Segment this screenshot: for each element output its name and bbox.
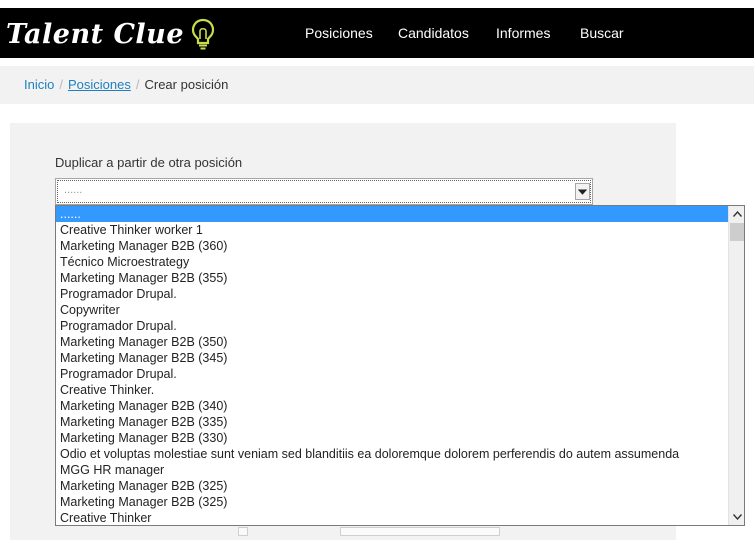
dropdown-option[interactable]: Odio et voluptas molestiae sunt veniam s… <box>56 446 729 462</box>
breadcrumb: Inicio / Posiciones / Crear posición <box>24 77 228 92</box>
dropdown-option[interactable]: Creative Thinker <box>56 510 729 525</box>
duplicate-options-list[interactable]: ...... Creative Thinker worker 1 Marketing… <box>55 205 745 526</box>
brand-name: Talent Clue <box>6 18 184 50</box>
dropdown-option[interactable]: Marketing Manager B2B (340) <box>56 398 729 414</box>
dropdown-option[interactable]: Programador Drupal. <box>56 366 729 382</box>
scroll-down-icon[interactable] <box>729 509 744 525</box>
breadcrumb-bar: Inicio / Posiciones / Crear posición <box>0 66 754 104</box>
dropdown-option[interactable]: Marketing Manager B2B (335) <box>56 414 729 430</box>
chevron-down-icon[interactable] <box>575 183 590 200</box>
dropdown-option[interactable]: Técnico Microestrategy <box>56 254 729 270</box>
dropdown-option[interactable]: Copywriter <box>56 302 729 318</box>
breadcrumb-current: Crear posición <box>144 77 229 92</box>
hidden-control-edge <box>238 527 248 536</box>
duplicate-select[interactable]: ...... <box>55 178 593 205</box>
nav-buscar[interactable]: Buscar <box>580 25 624 41</box>
scrollbar-thumb[interactable] <box>730 223 744 241</box>
navbar: Talent Clue Posiciones Candidatos Inform… <box>0 8 754 58</box>
lightbulb-icon <box>190 17 216 51</box>
dropdown-option[interactable]: Marketing Manager B2B (360) <box>56 238 729 254</box>
breadcrumb-separator: / <box>135 77 140 92</box>
dropdown-option[interactable]: Programador Drupal. <box>56 318 729 334</box>
breadcrumb-separator: / <box>59 77 63 92</box>
scroll-up-icon[interactable] <box>729 206 744 222</box>
nav-candidatos[interactable]: Candidatos <box>398 25 469 41</box>
top-strip <box>0 0 754 8</box>
dropdown-option[interactable]: Marketing Manager B2B (350) <box>56 334 729 350</box>
brand-logo[interactable]: Talent Clue <box>6 16 216 52</box>
dropdown-option[interactable]: Creative Thinker. <box>56 382 729 398</box>
dropdown-option[interactable]: Programador Drupal. <box>56 286 729 302</box>
nav-posiciones[interactable]: Posiciones <box>305 25 373 41</box>
hidden-control-edge <box>340 527 500 536</box>
dropdown-option[interactable]: ...... <box>56 206 729 222</box>
dropdown-option[interactable]: Creative Thinker worker 1 <box>56 222 729 238</box>
dropdown-option[interactable]: Marketing Manager B2B (325) <box>56 494 729 510</box>
scrollbar[interactable] <box>728 206 744 525</box>
dropdown-option[interactable]: Marketing Manager B2B (325) <box>56 478 729 494</box>
select-current-value: ...... <box>64 184 83 196</box>
duplicate-label: Duplicar a partir de otra posición <box>55 155 243 170</box>
dropdown-option[interactable]: Marketing Manager B2B (330) <box>56 430 729 446</box>
breadcrumb-posiciones-link[interactable]: Posiciones <box>68 77 131 92</box>
breadcrumb-home-link[interactable]: Inicio <box>24 77 54 92</box>
options-container: ...... Creative Thinker worker 1 Marketing… <box>56 206 729 525</box>
nav-informes[interactable]: Informes <box>496 25 550 41</box>
dropdown-option[interactable]: MGG HR manager <box>56 462 729 478</box>
dropdown-option[interactable]: Marketing Manager B2B (355) <box>56 270 729 286</box>
dropdown-option[interactable]: Marketing Manager B2B (345) <box>56 350 729 366</box>
